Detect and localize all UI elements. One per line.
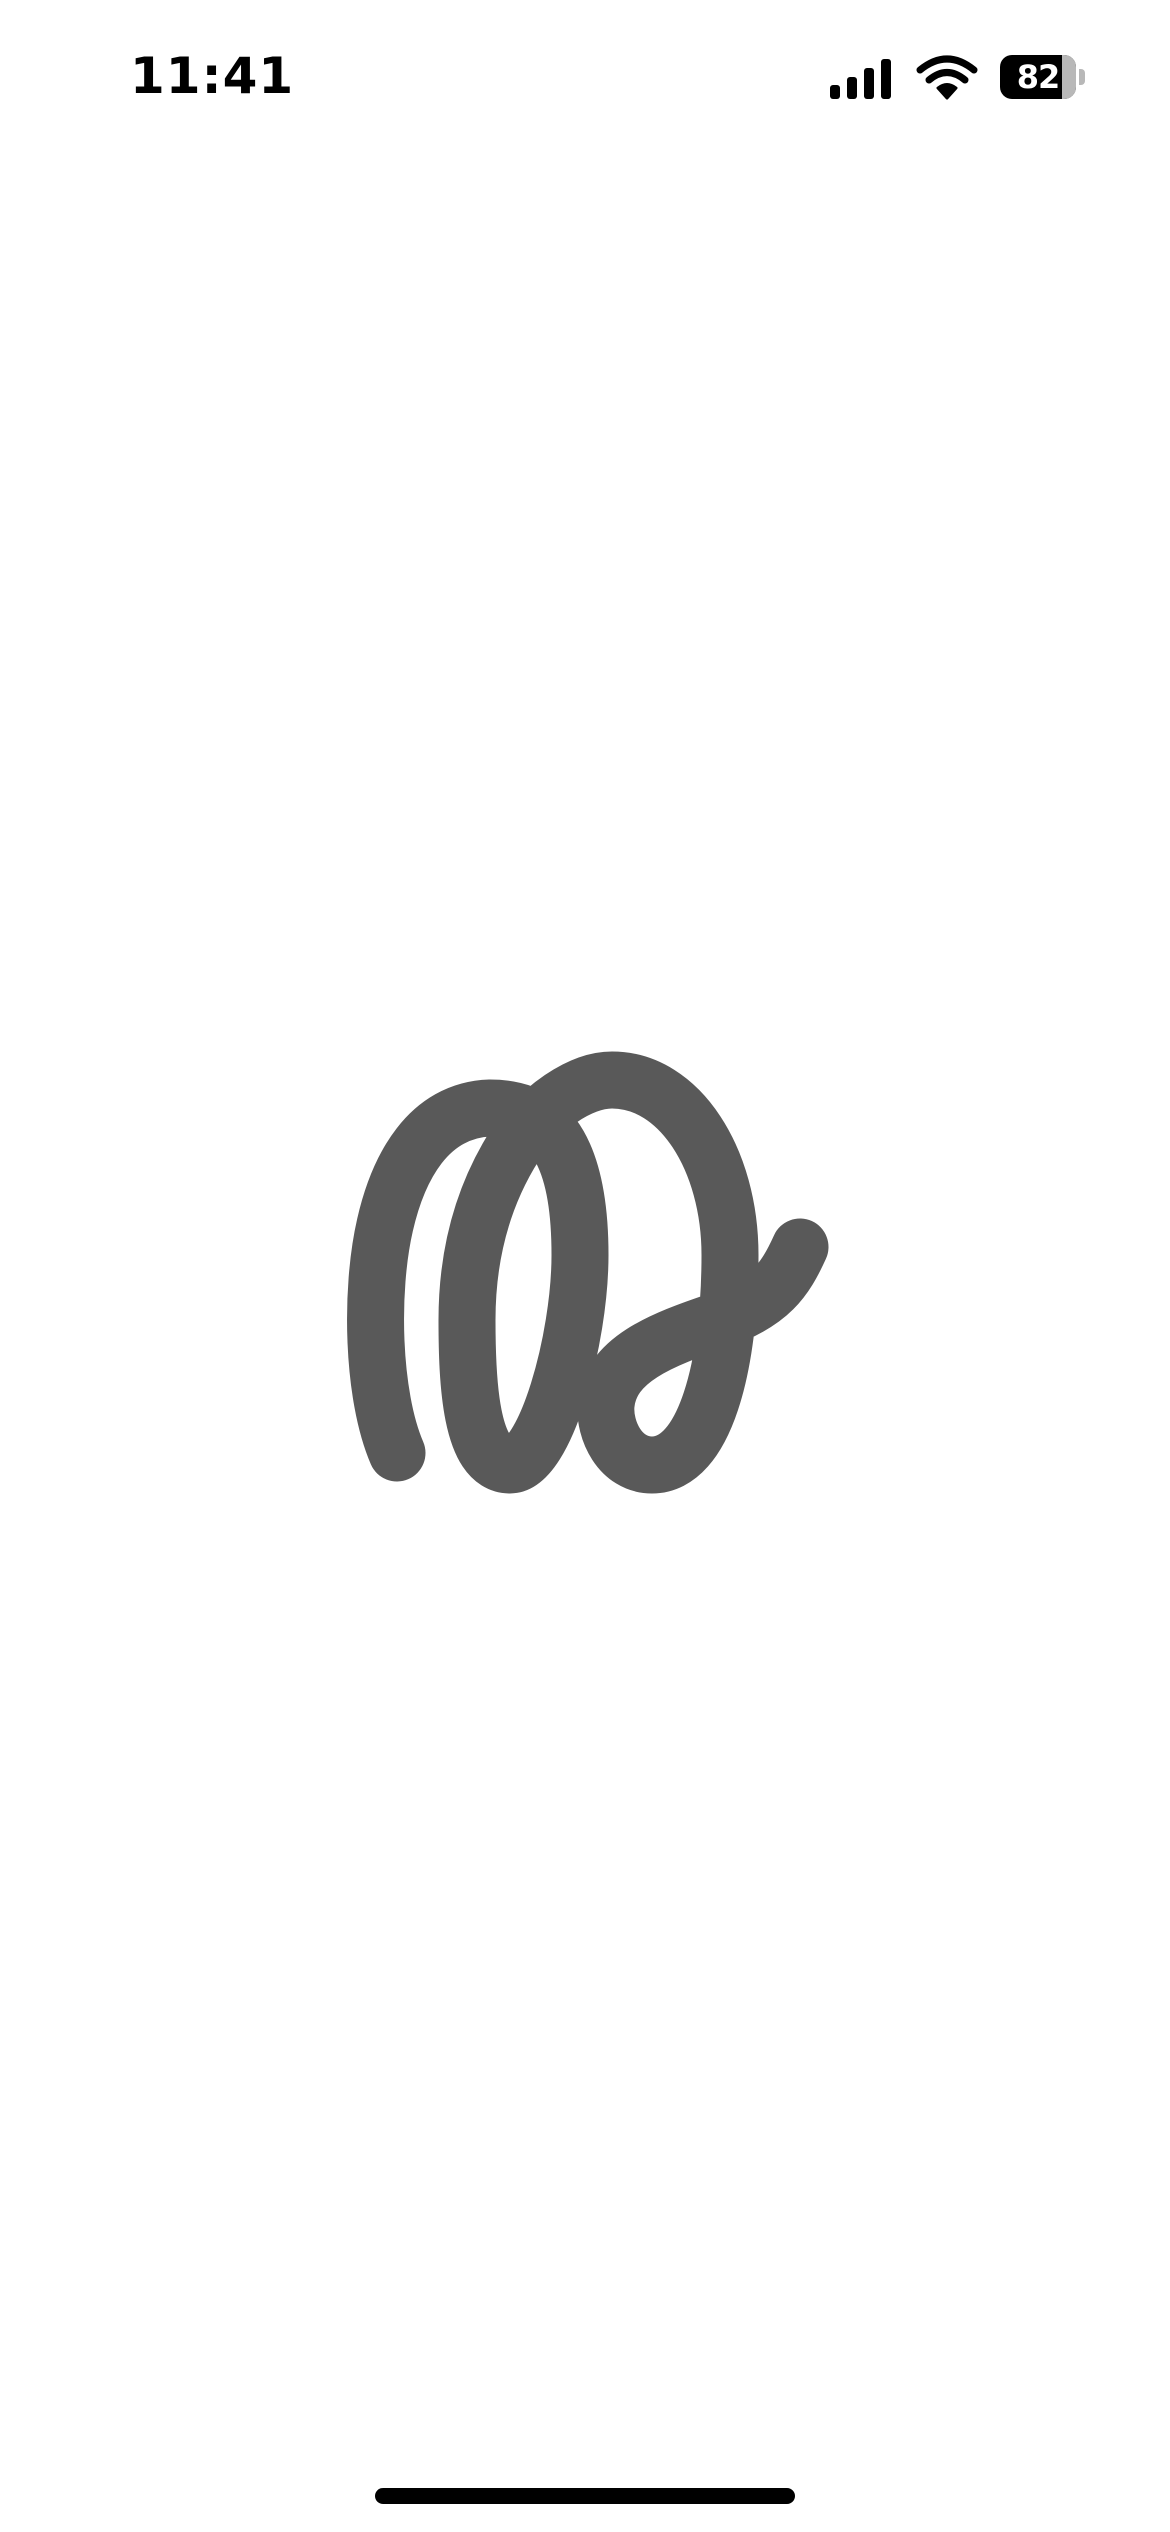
battery-body: 82 (1000, 55, 1076, 99)
battery-icon: 82 (1000, 55, 1086, 99)
battery-level: 82 (1016, 58, 1061, 96)
cursive-script-logo-icon (347, 1051, 829, 1494)
cellular-signal-icon (830, 55, 894, 99)
signal-bar (847, 77, 857, 99)
battery-empty-portion (1062, 55, 1076, 99)
battery-cap (1079, 69, 1085, 85)
signal-bar (864, 68, 874, 99)
signal-bar (881, 59, 891, 99)
status-time: 11:41 (130, 47, 295, 105)
logo-stroke (347, 1051, 829, 1494)
home-indicator[interactable] (375, 2488, 795, 2504)
status-bar: 11:41 82 (0, 0, 1170, 150)
status-icons: 82 (830, 52, 1086, 102)
signal-bar (830, 85, 840, 99)
wifi-icon (916, 55, 978, 100)
